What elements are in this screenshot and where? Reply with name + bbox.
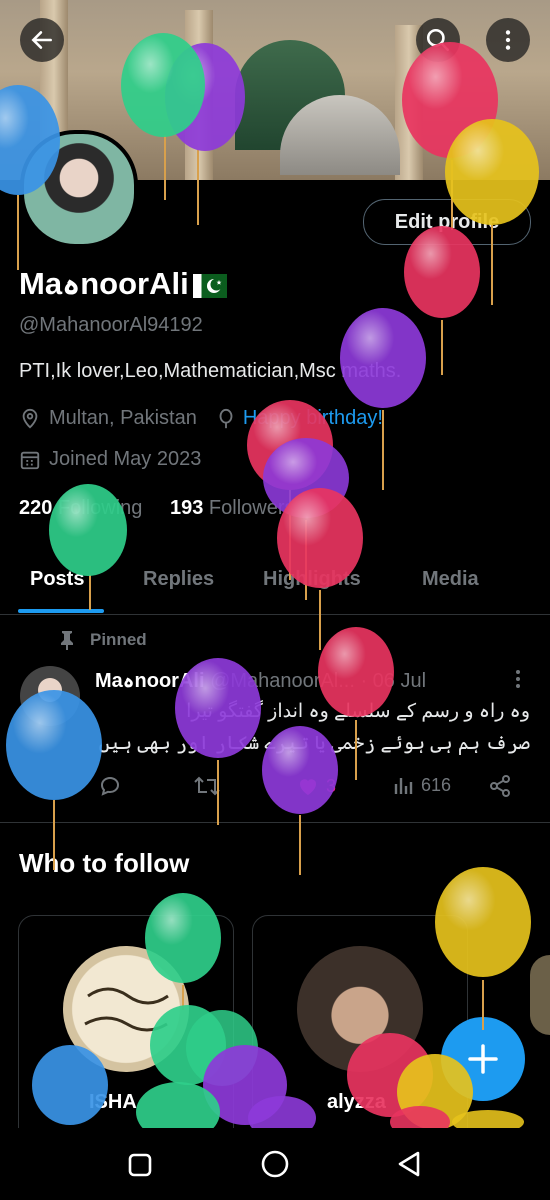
post-divider [0,822,550,823]
calendar-icon [20,451,40,469]
post-author-avatar[interactable] [20,666,80,726]
pinned-label: Pinned [90,630,147,649]
more-vertical-icon [505,30,511,50]
home-circle-icon [261,1150,289,1178]
recents-button[interactable] [125,1150,155,1185]
back-arrow-icon [31,31,52,49]
follow-card-partial-avatar [530,955,550,1035]
following-count: 220 [19,497,53,519]
joined-text: Joined May 2023 [49,448,202,470]
share-icon [490,775,510,797]
tab-media[interactable]: Media [422,568,479,591]
more-vertical-icon [516,670,520,688]
calligraphy-image [84,987,169,1032]
share-button[interactable] [488,774,512,798]
followers-link[interactable]: 193 Followers [170,497,295,519]
card-name-alyzza: alyzza [327,1091,386,1113]
card-name-isha: ISHA [89,1091,137,1113]
balloon-purple-right [340,308,426,490]
tab-posts[interactable]: Posts [30,568,84,591]
profile-location: Multan, Pakistan Happy birthday! [19,407,383,430]
who-to-follow-title: Who to follow [19,848,190,878]
post-header: MaہnoorAli @MahanoorAl... · 06 Jul [95,668,426,693]
card-avatar-isha [63,946,189,1072]
post-more-button[interactable] [510,668,526,695]
location-text: Multan, Pakistan [49,407,197,429]
birthday-text: Happy birthday! [242,407,383,429]
post-text-line-1: وہ راہ و رسم کے سلسلے وہ انداز گفتگو تیر… [186,701,530,722]
like-button[interactable]: 3 [296,774,336,798]
post-author-handle: @MahanoorAl... [210,670,355,692]
back-button[interactable] [20,18,64,62]
profile-handle: @MahanoorAl94192 [19,314,203,336]
plus-icon [468,1044,498,1074]
balloon-icon [219,408,233,428]
followers-count: 193 [169,497,204,519]
search-icon [426,28,450,52]
card-avatar-alyzza [297,946,423,1072]
reply-button[interactable] [98,774,122,798]
recents-square-icon [128,1153,152,1177]
profile-avatar[interactable] [20,130,138,248]
views-bar-chart-icon [394,778,413,794]
like-count: 3 [326,775,337,796]
search-button[interactable] [416,18,460,62]
tab-replies[interactable]: Replies [143,568,214,591]
follow-counts: 220 Following 193 Followers [19,497,295,520]
following-label: Following [57,497,143,519]
system-navigation-bar [0,1128,550,1200]
minaret-mid [185,10,213,180]
post-date: · 06 Jul [360,670,427,692]
back-triangle-icon [398,1151,420,1177]
heart-icon [299,779,317,795]
followers-label: Followers [208,497,295,519]
pin-icon [61,631,73,650]
home-button[interactable] [259,1148,291,1185]
profile-tabs: Posts Replies Highlights Media [0,560,550,615]
tab-highlights[interactable]: Highlights [263,568,361,591]
active-tab-indicator [18,609,104,613]
repost-button[interactable] [193,774,221,798]
profile-bio: PTI,Ik lover,Leo,Mathematician,Msc maths… [19,360,402,382]
profile-joined: Joined May 2023 [19,448,201,471]
edit-profile-button[interactable]: Edit profile [363,199,531,245]
pinned-indicator: Pinned [58,630,147,650]
views-button[interactable]: 616 [393,774,451,796]
more-button[interactable] [486,18,530,62]
pakistan-flag-icon [192,273,227,298]
balloon-red-right [404,226,480,375]
post-author-name[interactable]: MaہnoorAli [95,670,205,692]
display-name-text: MaہnoorAli [19,266,189,301]
system-back-button[interactable] [394,1148,424,1185]
compose-post-button[interactable] [441,1017,525,1101]
repost-icon [194,776,220,796]
location-pin-icon [22,408,38,429]
view-count: 616 [421,774,452,795]
post-text-line-2: صرف ہم ہی ہوئے زخمی یا تیرے شکار اور بھی… [98,733,530,754]
reply-icon [101,777,120,796]
profile-display-name: MaہnoorAli [19,266,227,302]
following-link[interactable]: 220 Following [19,497,142,519]
